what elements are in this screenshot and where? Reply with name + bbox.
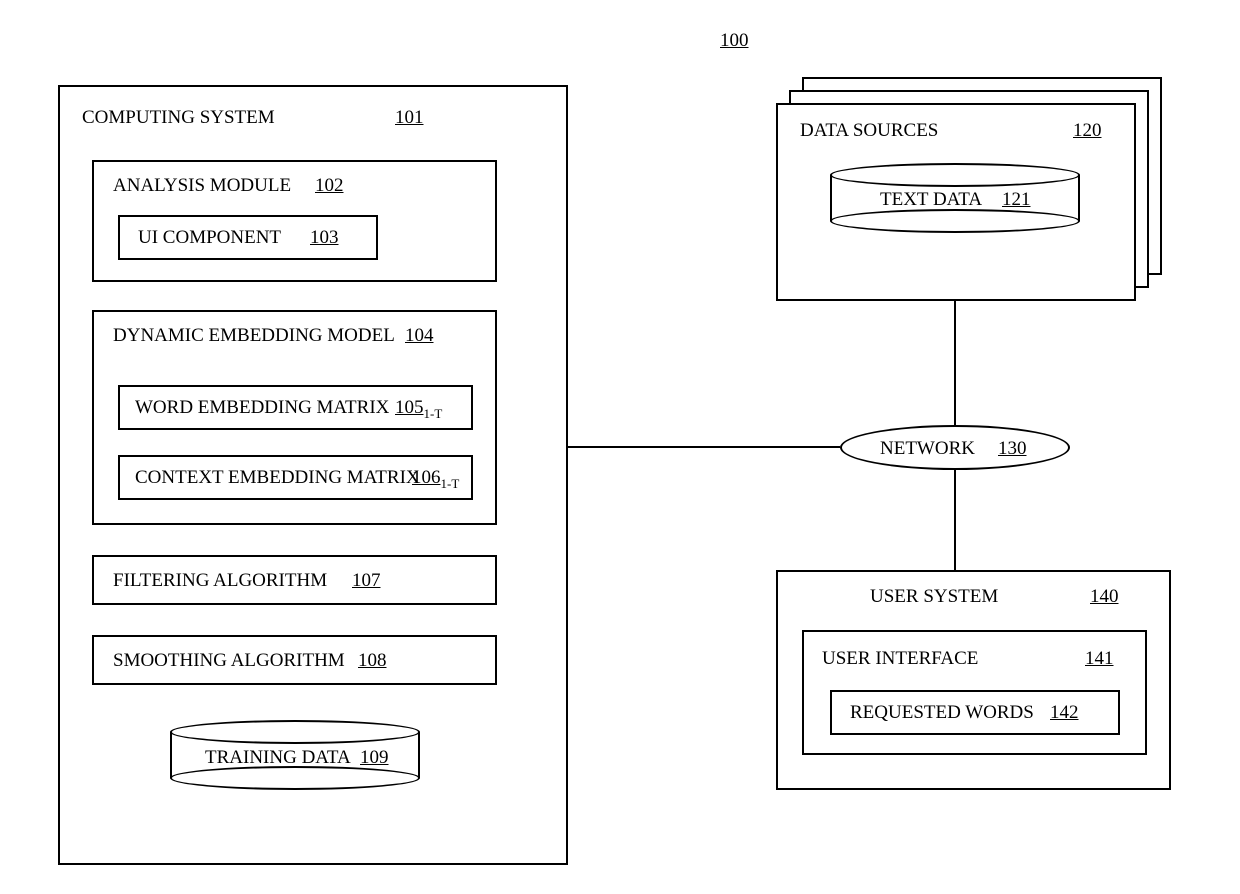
ui-component-ref: 103 (310, 227, 339, 249)
word-embedding-matrix-title: WORD EMBEDDING MATRIX (135, 397, 389, 419)
connector-computing-to-network (568, 446, 840, 448)
network-title: NETWORK (880, 438, 975, 460)
user-system-ref: 140 (1090, 586, 1119, 608)
training-data-title: TRAINING DATA (205, 747, 351, 769)
analysis-module-title: ANALYSIS MODULE (113, 175, 291, 197)
context-embedding-matrix-ref: 1061-T (412, 467, 459, 492)
text-data-ref: 121 (1002, 189, 1031, 211)
smoothing-algorithm-title: SMOOTHING ALGORITHM (113, 650, 345, 672)
dynamic-embedding-model-title: DYNAMIC EMBEDDING MODEL (113, 325, 395, 347)
filtering-algorithm-ref: 107 (352, 570, 381, 592)
figure-ref: 100 (720, 30, 749, 52)
analysis-module-ref: 102 (315, 175, 344, 197)
training-data-ref: 109 (360, 747, 389, 769)
filtering-algorithm-title: FILTERING ALGORITHM (113, 570, 327, 592)
requested-words-ref: 142 (1050, 702, 1079, 724)
diagram-canvas: 100 COMPUTING SYSTEM 101 ANALYSIS MODULE… (0, 0, 1240, 894)
ui-component-title: UI COMPONENT (138, 227, 281, 249)
connector-datasources-to-network (954, 301, 956, 426)
text-data-title: TEXT DATA (880, 189, 982, 211)
user-interface-ref: 141 (1085, 648, 1114, 670)
dynamic-embedding-model-ref: 104 (405, 325, 434, 347)
smoothing-algorithm-ref: 108 (358, 650, 387, 672)
network-ref: 130 (998, 438, 1027, 460)
computing-system-title: COMPUTING SYSTEM (82, 107, 275, 129)
computing-system-ref: 101 (395, 107, 424, 129)
user-interface-title: USER INTERFACE (822, 648, 978, 670)
user-system-title: USER SYSTEM (870, 586, 998, 608)
data-sources-ref: 120 (1073, 120, 1102, 142)
requested-words-title: REQUESTED WORDS (850, 702, 1034, 724)
connector-network-to-usersystem (954, 470, 956, 570)
data-sources-title: DATA SOURCES (800, 120, 938, 142)
context-embedding-matrix-title: CONTEXT EMBEDDING MATRIX (135, 467, 420, 489)
word-embedding-matrix-ref: 1051-T (395, 397, 442, 422)
